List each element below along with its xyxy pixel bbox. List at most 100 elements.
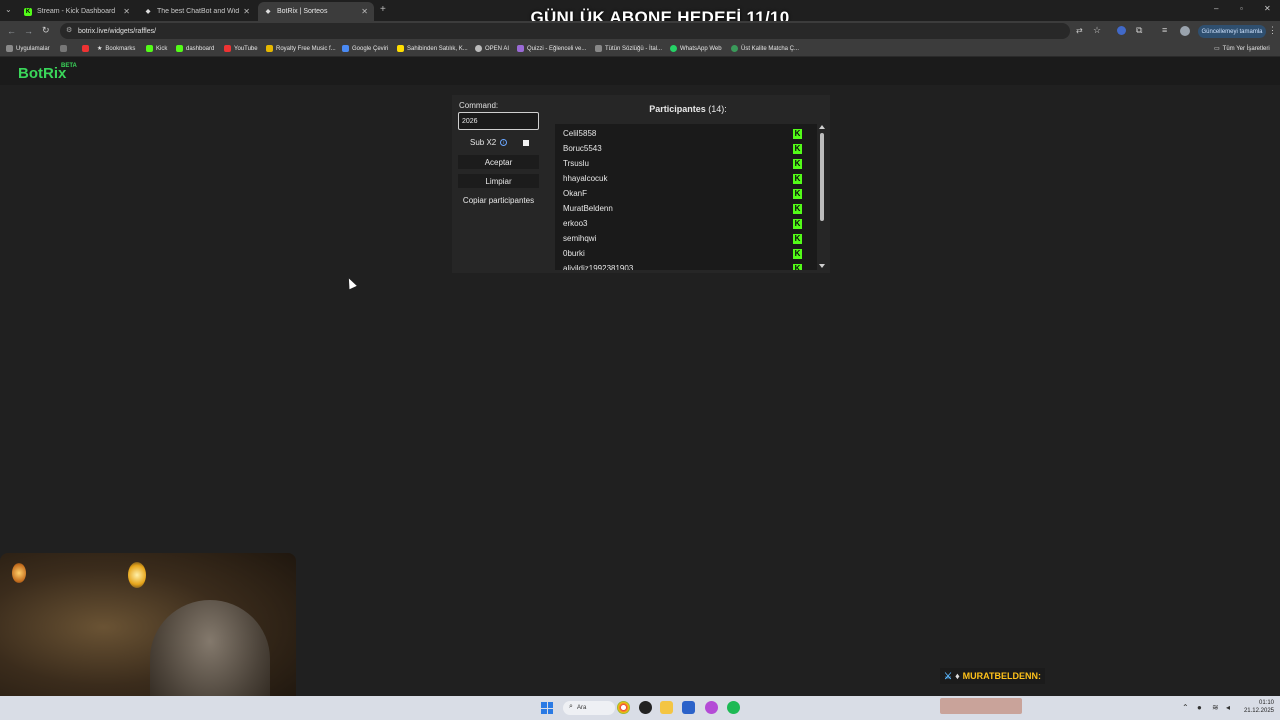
music-icon bbox=[266, 45, 273, 52]
close-tab-icon[interactable]: ✕ bbox=[361, 7, 368, 16]
profile-avatar[interactable] bbox=[1180, 26, 1190, 36]
botrix-favicon-icon: ◆ bbox=[145, 9, 151, 15]
kick-platform-icon: K bbox=[793, 263, 802, 270]
beta-badge: BETA bbox=[61, 63, 77, 69]
extension-icon[interactable] bbox=[1117, 26, 1126, 35]
bookmark-bookmarks[interactable]: ★ Bookmarks bbox=[97, 45, 135, 53]
command-input[interactable] bbox=[458, 112, 539, 130]
webcam-lamp-light bbox=[12, 563, 26, 583]
store-icon[interactable] bbox=[682, 701, 695, 714]
extensions-puzzle-icon[interactable]: ⧉ bbox=[1136, 25, 1142, 36]
bookmark-matcha[interactable]: Üst Kalite Matcha Ç... bbox=[731, 45, 799, 52]
sub-x2-label: Sub X2 bbox=[470, 138, 497, 147]
spotify-icon[interactable] bbox=[727, 701, 740, 714]
bookmark-royalty-free-music[interactable]: Royalty Free Music f... bbox=[266, 45, 336, 52]
participants-heading: Participantes bbox=[649, 104, 706, 114]
badge-icon: ♦ bbox=[955, 671, 960, 681]
bookmark-star-icon[interactable]: ☆ bbox=[1093, 25, 1101, 36]
taskbar-clock[interactable]: 01:10 21.12.2025 bbox=[1240, 699, 1274, 715]
info-icon[interactable]: i bbox=[500, 139, 508, 146]
participant-row[interactable]: semihqwi K bbox=[563, 231, 809, 246]
participants-title: Participantes (14): bbox=[556, 104, 820, 114]
participant-row[interactable]: 0burki K bbox=[563, 246, 809, 261]
bookmark-google-translate[interactable]: Google Çeviri bbox=[342, 45, 388, 52]
site-header bbox=[0, 57, 1280, 85]
kick-platform-icon: K bbox=[793, 203, 802, 214]
site-info-icon[interactable]: ⚙ bbox=[66, 26, 72, 34]
bookmark-apps[interactable]: Uygulamalar bbox=[6, 45, 50, 52]
chrome-icon[interactable] bbox=[617, 701, 630, 714]
tab-grid-icon[interactable] bbox=[60, 45, 70, 52]
accept-button[interactable]: Aceptar bbox=[458, 155, 539, 169]
translate-icon bbox=[342, 45, 349, 52]
bookmark-open-ai[interactable]: OPEN AI bbox=[475, 45, 509, 52]
bookmark-quizizz[interactable]: Quizzi - Eğlenceli ve... bbox=[517, 45, 586, 52]
obs-icon[interactable] bbox=[639, 701, 652, 714]
file-explorer-icon[interactable] bbox=[660, 701, 673, 714]
command-label: Command: bbox=[459, 101, 499, 110]
participant-row[interactable]: Trsuslu K bbox=[563, 156, 809, 171]
back-icon[interactable]: ← bbox=[7, 26, 16, 36]
participants-colon: : bbox=[724, 104, 727, 114]
reload-icon[interactable]: ↻ bbox=[42, 25, 50, 36]
kick-platform-icon: K bbox=[793, 233, 802, 244]
participant-name: erkoo3 bbox=[563, 219, 588, 228]
participant-row[interactable]: aliyildiz1992381903 K bbox=[563, 261, 809, 270]
update-browser-button[interactable]: Güncellemeyi tamamla bbox=[1198, 25, 1266, 38]
participant-row[interactable]: MuratBeldenn K bbox=[563, 201, 809, 216]
mouse-cursor-icon bbox=[345, 276, 357, 290]
messenger-icon[interactable] bbox=[705, 701, 718, 714]
participant-row[interactable]: erkoo3 K bbox=[563, 216, 809, 231]
new-tab-icon[interactable]: + bbox=[380, 4, 386, 15]
media-controls-icon[interactable]: ≡ bbox=[1162, 25, 1167, 35]
star-icon: ★ bbox=[97, 46, 103, 52]
copy-participants-button[interactable]: Copiar participantes bbox=[458, 193, 539, 207]
bookmark-youtube[interactable]: YouTube bbox=[224, 45, 258, 52]
kick-favicon-icon: K bbox=[24, 7, 32, 16]
participant-name: OkanF bbox=[563, 189, 588, 198]
wifi-icon[interactable]: ≋ bbox=[1212, 703, 1219, 712]
kick-icon bbox=[176, 45, 183, 52]
bookmark-sahibinden[interactable]: Sahibinden Satılık, K... bbox=[397, 45, 468, 52]
tray-chevron-icon[interactable]: ⌃ bbox=[1182, 703, 1189, 712]
close-tab-icon[interactable]: ✕ bbox=[123, 7, 130, 16]
participant-row[interactable]: Celil5858 K bbox=[563, 126, 809, 141]
quiz-icon bbox=[517, 45, 524, 52]
close-tab-icon[interactable]: ✕ bbox=[243, 7, 250, 16]
participant-row[interactable]: Boruc5543 K bbox=[563, 141, 809, 156]
minimize-icon[interactable]: – bbox=[1214, 4, 1218, 13]
taskbar-search-label: Ara bbox=[577, 705, 587, 711]
clear-button[interactable]: Limpiar bbox=[458, 174, 539, 188]
bookmark-dashboard[interactable]: dashboard bbox=[176, 45, 214, 52]
tab-botrix-chatbot[interactable]: ◆ The best ChatBot and Widgets ✕ bbox=[138, 2, 256, 21]
participant-row[interactable]: OkanF K bbox=[563, 186, 809, 201]
sub-x2-checkbox[interactable] bbox=[523, 139, 529, 146]
windows-start-icon[interactable] bbox=[541, 702, 553, 714]
botrix-logo[interactable]: BotRix bbox=[18, 65, 66, 82]
participant-row[interactable]: hhayalcocuk K bbox=[563, 171, 809, 186]
close-window-icon[interactable]: ✕ bbox=[1264, 4, 1271, 13]
all-bookmarks[interactable]: ▭ Tüm Yer İşaretleri bbox=[1214, 45, 1270, 53]
bookmark-tutun-sozlugu[interactable]: Tütün Sözlüğü - İtal... bbox=[595, 45, 662, 52]
participants-list[interactable]: Celil5858 K Boruc5543 K Trsuslu Khhayalcocuk K… bbox=[555, 124, 817, 270]
youtube-shortcut-icon[interactable] bbox=[82, 45, 92, 52]
volume-icon[interactable]: ◂ bbox=[1226, 703, 1230, 712]
sub-x2-row: Sub X2 i bbox=[458, 136, 539, 149]
translate-icon[interactable]: ⇄ bbox=[1076, 26, 1083, 35]
microphone-icon[interactable]: ● bbox=[1197, 703, 1202, 712]
tab-kick-dashboard[interactable]: K Stream - Kick Dashboard ✕ bbox=[18, 2, 136, 21]
more-menu-icon[interactable]: ⋮ bbox=[1268, 25, 1277, 36]
scroll-up-icon[interactable] bbox=[819, 125, 825, 129]
scroll-down-icon[interactable] bbox=[819, 264, 825, 268]
forward-icon[interactable]: → bbox=[24, 26, 33, 36]
bookmark-kick[interactable]: Kick bbox=[146, 45, 167, 52]
url-bar[interactable]: botrix.live/widgets/raffles/ bbox=[60, 23, 1070, 39]
openai-icon bbox=[475, 45, 482, 52]
matcha-icon bbox=[731, 45, 738, 52]
bookmark-whatsapp[interactable]: WhatsApp Web bbox=[670, 45, 722, 52]
tab-search-icon[interactable]: ⌄ bbox=[5, 5, 12, 14]
tab-botrix-raffles[interactable]: ◆ BotRix | Sorteos ✕ bbox=[258, 2, 374, 21]
scrollbar-thumb[interactable] bbox=[820, 133, 824, 221]
participant-name: Trsuslu bbox=[563, 159, 589, 168]
maximize-icon[interactable]: ▫ bbox=[1240, 4, 1243, 13]
